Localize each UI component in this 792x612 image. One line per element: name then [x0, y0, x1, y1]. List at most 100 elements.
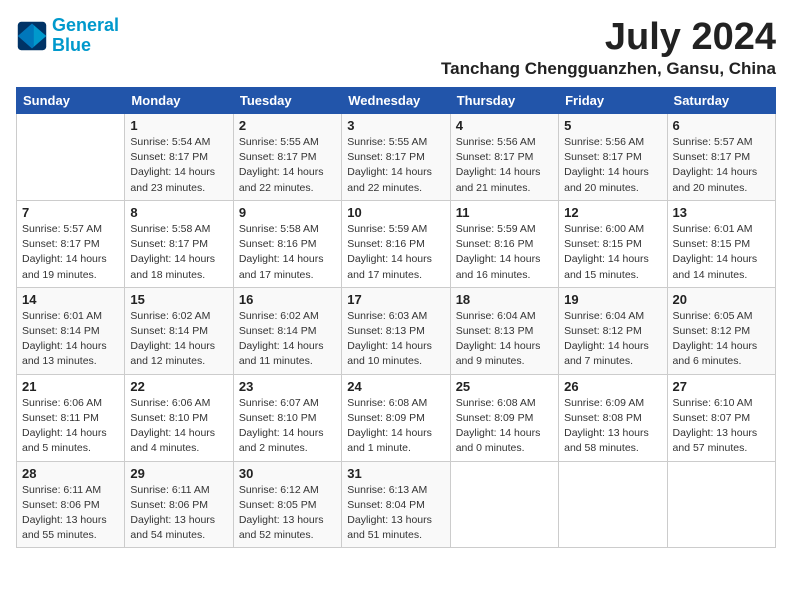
calendar-cell: 27 Sunrise: 6:10 AM Sunset: 8:07 PM Dayli…	[667, 374, 775, 461]
day-number: 4	[456, 118, 553, 133]
day-number: 14	[22, 292, 119, 307]
day-number: 6	[673, 118, 770, 133]
logo-text: General Blue	[52, 16, 119, 56]
calendar-week-row: 7 Sunrise: 5:57 AM Sunset: 8:17 PM Daylig…	[17, 200, 776, 287]
day-detail: Sunrise: 5:55 AM Sunset: 8:17 PM Dayligh…	[239, 135, 336, 196]
calendar-cell: 28Sunrise: 6:11 AM Sunset: 8:06 PM Dayli…	[17, 461, 125, 548]
calendar-cell: 21 Sunrise: 6:06 AM Sunset: 8:11 PM Dayli…	[17, 374, 125, 461]
calendar-header-row: SundayMondayTuesdayWednesdayThursdayFrid…	[17, 88, 776, 114]
day-header-saturday: Saturday	[667, 88, 775, 114]
day-detail: Sunrise: 6:00 AM Sunset: 8:15 PM Dayligh…	[564, 222, 661, 283]
calendar-cell: 15 Sunrise: 6:02 AM Sunset: 8:14 PM Dayli…	[125, 287, 233, 374]
day-number: 24	[347, 379, 444, 394]
calendar-cell: 24 Sunrise: 6:08 AM Sunset: 8:09 PM Dayli…	[342, 374, 450, 461]
day-detail: Sunrise: 6:10 AM Sunset: 8:07 PM Dayligh…	[673, 396, 770, 457]
day-number: 20	[673, 292, 770, 307]
day-number: 8	[130, 205, 227, 220]
calendar-cell	[17, 114, 125, 201]
calendar-cell: 4Sunrise: 5:56 AM Sunset: 8:17 PM Daylig…	[450, 114, 558, 201]
day-number: 13	[673, 205, 770, 220]
calendar-cell: 3Sunrise: 5:55 AM Sunset: 8:17 PM Daylig…	[342, 114, 450, 201]
day-number: 10	[347, 205, 444, 220]
day-detail: Sunrise: 6:04 AM Sunset: 8:12 PM Dayligh…	[564, 309, 661, 370]
day-detail: Sunrise: 6:05 AM Sunset: 8:12 PM Dayligh…	[673, 309, 770, 370]
calendar-week-row: 14 Sunrise: 6:01 AM Sunset: 8:14 PM Dayli…	[17, 287, 776, 374]
day-header-monday: Monday	[125, 88, 233, 114]
day-detail: Sunrise: 5:57 AM Sunset: 8:17 PM Dayligh…	[673, 135, 770, 196]
day-header-sunday: Sunday	[17, 88, 125, 114]
day-number: 19	[564, 292, 661, 307]
calendar-cell: 9Sunrise: 5:58 AM Sunset: 8:16 PM Daylig…	[233, 200, 341, 287]
day-detail: Sunrise: 6:08 AM Sunset: 8:09 PM Dayligh…	[347, 396, 444, 457]
day-number: 9	[239, 205, 336, 220]
day-number: 29	[130, 466, 227, 481]
calendar-cell	[450, 461, 558, 548]
day-number: 16	[239, 292, 336, 307]
calendar-cell: 5 Sunrise: 5:56 AM Sunset: 8:17 PM Daylig…	[559, 114, 667, 201]
day-detail: Sunrise: 6:02 AM Sunset: 8:14 PM Dayligh…	[130, 309, 227, 370]
day-detail: Sunrise: 5:54 AM Sunset: 8:17 PM Dayligh…	[130, 135, 227, 196]
day-number: 22	[130, 379, 227, 394]
calendar-week-row: 1Sunrise: 5:54 AM Sunset: 8:17 PM Daylig…	[17, 114, 776, 201]
day-header-tuesday: Tuesday	[233, 88, 341, 114]
day-number: 2	[239, 118, 336, 133]
calendar-cell	[667, 461, 775, 548]
day-detail: Sunrise: 6:04 AM Sunset: 8:13 PM Dayligh…	[456, 309, 553, 370]
day-number: 27	[673, 379, 770, 394]
day-detail: Sunrise: 5:58 AM Sunset: 8:17 PM Dayligh…	[130, 222, 227, 283]
day-detail: Sunrise: 6:08 AM Sunset: 8:09 PM Dayligh…	[456, 396, 553, 457]
calendar-table: SundayMondayTuesdayWednesdayThursdayFrid…	[16, 87, 776, 548]
day-number: 30	[239, 466, 336, 481]
day-detail: Sunrise: 5:57 AM Sunset: 8:17 PM Dayligh…	[22, 222, 119, 283]
calendar-cell: 7 Sunrise: 5:57 AM Sunset: 8:17 PM Daylig…	[17, 200, 125, 287]
day-detail: Sunrise: 6:09 AM Sunset: 8:08 PM Dayligh…	[564, 396, 661, 457]
day-detail: Sunrise: 5:56 AM Sunset: 8:17 PM Dayligh…	[564, 135, 661, 196]
day-number: 5	[564, 118, 661, 133]
page-header: General Blue July 2024 Tanchang Chenggua…	[16, 16, 776, 79]
day-number: 23	[239, 379, 336, 394]
day-number: 26	[564, 379, 661, 394]
day-number: 21	[22, 379, 119, 394]
day-detail: Sunrise: 6:06 AM Sunset: 8:11 PM Dayligh…	[22, 396, 119, 457]
day-detail: Sunrise: 6:03 AM Sunset: 8:13 PM Dayligh…	[347, 309, 444, 370]
day-detail: Sunrise: 6:12 AM Sunset: 8:05 PM Dayligh…	[239, 483, 336, 544]
day-header-thursday: Thursday	[450, 88, 558, 114]
calendar-cell: 10Sunrise: 5:59 AM Sunset: 8:16 PM Dayli…	[342, 200, 450, 287]
calendar-cell: 1Sunrise: 5:54 AM Sunset: 8:17 PM Daylig…	[125, 114, 233, 201]
day-number: 15	[130, 292, 227, 307]
calendar-cell: 2 Sunrise: 5:55 AM Sunset: 8:17 PM Daylig…	[233, 114, 341, 201]
day-detail: Sunrise: 5:59 AM Sunset: 8:16 PM Dayligh…	[456, 222, 553, 283]
day-number: 31	[347, 466, 444, 481]
calendar-cell	[559, 461, 667, 548]
day-number: 25	[456, 379, 553, 394]
logo-line2: Blue	[52, 35, 91, 55]
calendar-cell: 8 Sunrise: 5:58 AM Sunset: 8:17 PM Daylig…	[125, 200, 233, 287]
day-number: 17	[347, 292, 444, 307]
day-number: 18	[456, 292, 553, 307]
calendar-cell: 30 Sunrise: 6:12 AM Sunset: 8:05 PM Dayli…	[233, 461, 341, 548]
day-detail: Sunrise: 6:01 AM Sunset: 8:15 PM Dayligh…	[673, 222, 770, 283]
day-number: 7	[22, 205, 119, 220]
calendar-cell: 14 Sunrise: 6:01 AM Sunset: 8:14 PM Dayli…	[17, 287, 125, 374]
calendar-cell: 26 Sunrise: 6:09 AM Sunset: 8:08 PM Dayli…	[559, 374, 667, 461]
calendar-cell: 6 Sunrise: 5:57 AM Sunset: 8:17 PM Daylig…	[667, 114, 775, 201]
day-number: 12	[564, 205, 661, 220]
day-number: 28	[22, 466, 119, 481]
calendar-week-row: 21 Sunrise: 6:06 AM Sunset: 8:11 PM Dayli…	[17, 374, 776, 461]
day-detail: Sunrise: 6:07 AM Sunset: 8:10 PM Dayligh…	[239, 396, 336, 457]
day-detail: Sunrise: 6:06 AM Sunset: 8:10 PM Dayligh…	[130, 396, 227, 457]
calendar-cell: 31 Sunrise: 6:13 AM Sunset: 8:04 PM Dayli…	[342, 461, 450, 548]
day-header-wednesday: Wednesday	[342, 88, 450, 114]
calendar-week-row: 28Sunrise: 6:11 AM Sunset: 8:06 PM Dayli…	[17, 461, 776, 548]
day-detail: Sunrise: 6:01 AM Sunset: 8:14 PM Dayligh…	[22, 309, 119, 370]
day-detail: Sunrise: 6:13 AM Sunset: 8:04 PM Dayligh…	[347, 483, 444, 544]
calendar-cell: 13 Sunrise: 6:01 AM Sunset: 8:15 PM Dayli…	[667, 200, 775, 287]
logo-icon	[16, 20, 48, 52]
calendar-cell: 29Sunrise: 6:11 AM Sunset: 8:06 PM Dayli…	[125, 461, 233, 548]
calendar-cell: 17 Sunrise: 6:03 AM Sunset: 8:13 PM Dayli…	[342, 287, 450, 374]
calendar-cell: 11Sunrise: 5:59 AM Sunset: 8:16 PM Dayli…	[450, 200, 558, 287]
logo-line1: General	[52, 15, 119, 35]
calendar-cell: 12 Sunrise: 6:00 AM Sunset: 8:15 PM Dayli…	[559, 200, 667, 287]
calendar-cell: 23 Sunrise: 6:07 AM Sunset: 8:10 PM Dayli…	[233, 374, 341, 461]
title-block: July 2024 Tanchang Chengguanzhen, Gansu,…	[441, 16, 776, 79]
